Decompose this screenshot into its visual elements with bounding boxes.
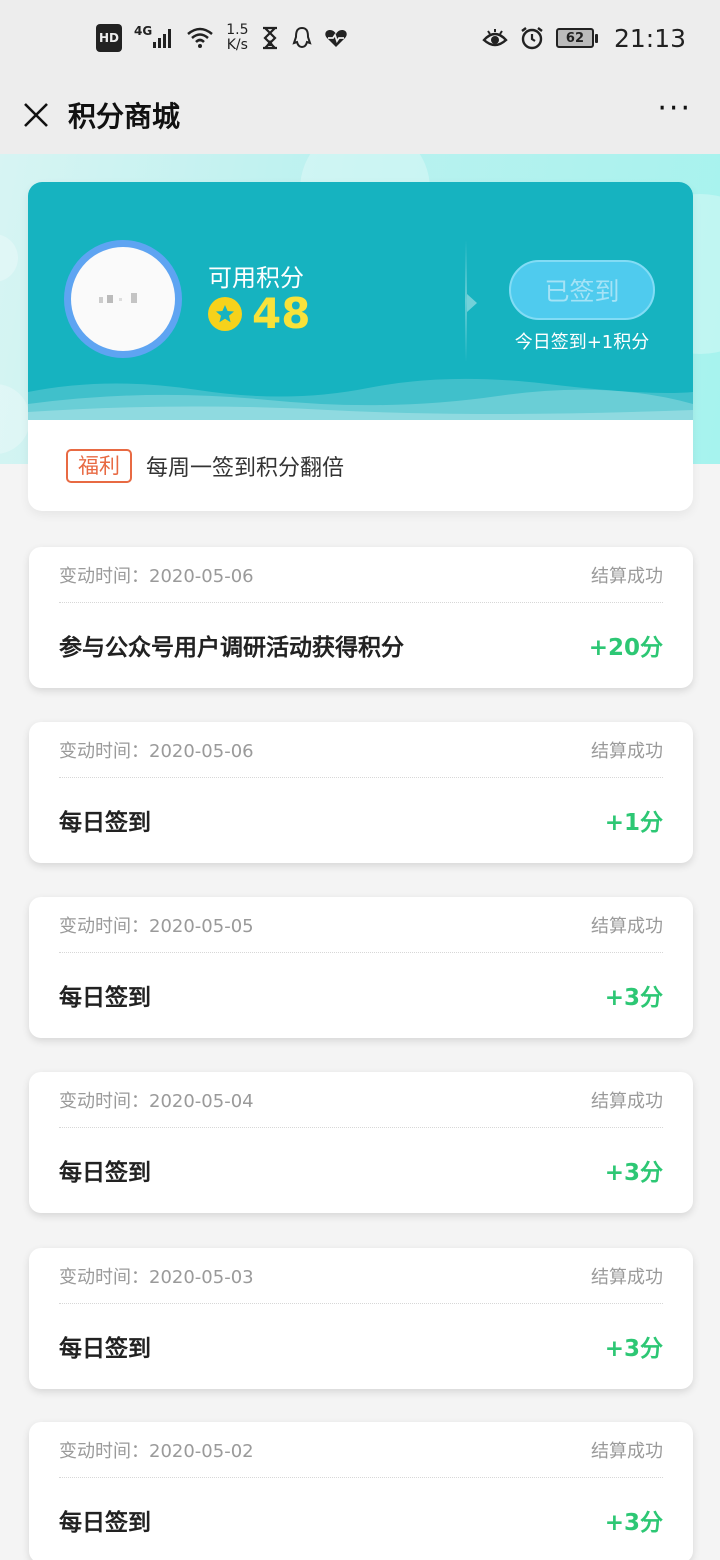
record-points: +3分	[604, 1510, 663, 1536]
record-card[interactable]: 变动时间：2020-05-04 结算成功 每日签到 +3分	[29, 1072, 693, 1213]
star-coin-icon	[208, 297, 242, 331]
signin-button[interactable]: 已签到	[509, 260, 655, 320]
health-icon	[324, 24, 348, 52]
record-title: 每日签到	[59, 985, 151, 1011]
record-card[interactable]: 变动时间：2020-05-06 结算成功 参与公众号用户调研活动获得积分 +20…	[29, 547, 693, 688]
record-status: 结算成功	[591, 915, 663, 937]
status-left: HD 4G 1.5 K/s	[96, 23, 348, 53]
record-title: 每日签到	[59, 810, 151, 836]
signal-icon: 4G	[134, 24, 174, 52]
record-card[interactable]: 变动时间：2020-05-02 结算成功 每日签到 +3分	[29, 1422, 693, 1560]
record-card[interactable]: 变动时间：2020-05-05 结算成功 每日签到 +3分	[29, 897, 693, 1038]
record-card[interactable]: 变动时间：2020-05-06 结算成功 每日签到 +1分	[29, 722, 693, 863]
record-title: 每日签到	[59, 1160, 151, 1186]
signin-hint: 今日签到+1积分	[514, 332, 650, 353]
points-header: 可用积分 48 已签到 今日签到+1积分	[28, 182, 693, 420]
record-time: 变动时间：2020-05-05	[59, 915, 254, 937]
net-speed: 1.5 K/s	[226, 22, 249, 53]
divider-arrow-icon	[467, 294, 477, 312]
points-display: 48	[208, 292, 310, 336]
status-bar: HD 4G 1.5 K/s 62 21:13	[0, 0, 720, 76]
eye-icon	[482, 24, 508, 52]
status-right: 62 21:13	[482, 24, 686, 53]
clock: 21:13	[613, 23, 686, 53]
close-button[interactable]	[20, 99, 52, 131]
hourglass-icon	[260, 24, 280, 52]
benefit-text: 每周一签到积分翻倍	[146, 455, 345, 481]
record-card[interactable]: 变动时间：2020-05-03 结算成功 每日签到 +3分	[29, 1248, 693, 1389]
record-time: 变动时间：2020-05-06	[59, 740, 254, 762]
qq-icon	[292, 24, 313, 52]
record-status: 结算成功	[591, 1266, 663, 1288]
record-title: 每日签到	[59, 1510, 151, 1536]
record-time: 变动时间：2020-05-04	[59, 1090, 254, 1112]
record-status: 结算成功	[591, 565, 663, 587]
record-title: 每日签到	[59, 1336, 151, 1362]
points-label: 可用积分	[208, 264, 304, 292]
nav-bar: 积分商城 ···	[0, 76, 720, 154]
record-points: +3分	[604, 985, 663, 1011]
wifi-icon	[186, 24, 214, 52]
record-time: 变动时间：2020-05-02	[59, 1440, 254, 1462]
record-time: 变动时间：2020-05-06	[59, 565, 254, 587]
record-points: +3分	[604, 1336, 663, 1362]
record-status: 结算成功	[591, 1440, 663, 1462]
record-status: 结算成功	[591, 740, 663, 762]
avatar[interactable]	[64, 240, 182, 358]
record-time: 变动时间：2020-05-03	[59, 1266, 254, 1288]
benefit-row: 福利 每周一签到积分翻倍	[28, 420, 693, 511]
record-status: 结算成功	[591, 1090, 663, 1112]
page-title: 积分商城	[68, 100, 181, 133]
more-button[interactable]: ···	[649, 94, 700, 136]
alarm-icon	[520, 24, 544, 52]
record-points: +1分	[604, 810, 663, 836]
record-title: 参与公众号用户调研活动获得积分	[59, 635, 404, 661]
record-points: +20分	[588, 635, 663, 661]
close-icon	[24, 103, 48, 127]
hd-icon: HD	[96, 24, 123, 52]
wave-decoration	[28, 378, 693, 420]
benefit-tag: 福利	[66, 448, 132, 483]
record-points: +3分	[604, 1160, 663, 1186]
points-value: 48	[252, 289, 311, 338]
points-card: 可用积分 48 已签到 今日签到+1积分 福利 每周一签到积分翻倍	[28, 182, 693, 511]
battery-icon: 62	[555, 28, 598, 48]
